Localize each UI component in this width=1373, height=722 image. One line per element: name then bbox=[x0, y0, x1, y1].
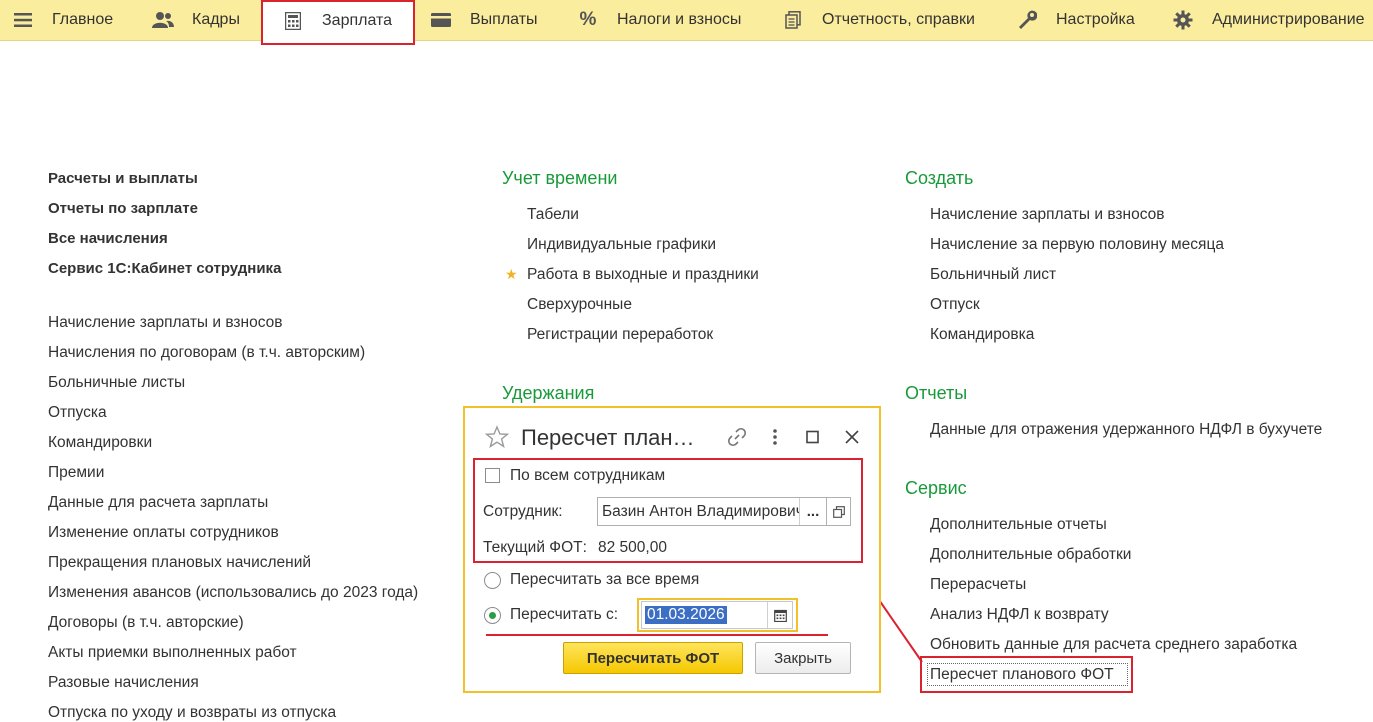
link-create-salary-accrual[interactable]: Начисление зарплаты и взносов bbox=[930, 206, 1164, 224]
nav-label: Настройка bbox=[1056, 11, 1135, 28]
link-update-average-earnings[interactable]: Обновить данные для расчета среднего зар… bbox=[930, 636, 1297, 654]
link-ndfl-refund-analysis[interactable]: Анализ НДФЛ к возврату bbox=[930, 606, 1109, 624]
open-employee-button[interactable] bbox=[826, 497, 851, 526]
link-parental-leave[interactable]: Отпуска по уходу и возвраты из отпуска bbox=[48, 704, 336, 722]
callout-connector-line bbox=[876, 596, 923, 663]
favorite-star-outline-icon[interactable] bbox=[484, 425, 510, 453]
all-employees-label: По всем сотрудникам bbox=[510, 467, 666, 484]
percent-icon: % bbox=[579, 9, 597, 30]
link-employee-cabinet-service[interactable]: Сервис 1С:Кабинет сотрудника bbox=[48, 260, 281, 277]
nav-label: Главное bbox=[52, 11, 114, 28]
link-recalculations[interactable]: Перерасчеты bbox=[930, 576, 1026, 594]
recalc-from-radio[interactable] bbox=[484, 607, 501, 624]
maximize-icon[interactable] bbox=[806, 430, 820, 448]
date-underline-highlight bbox=[486, 634, 828, 636]
group-title-time-tracking: Учет времени bbox=[502, 168, 618, 188]
nav-label: Администрирование bbox=[1212, 11, 1365, 28]
open-copy-icon bbox=[832, 505, 845, 518]
current-fot-value: 82 500,00 bbox=[598, 539, 667, 556]
salary-tab-highlight bbox=[261, 0, 415, 45]
link-contract-accruals[interactable]: Начисления по договорам (в т.ч. авторски… bbox=[48, 344, 365, 362]
calendar-button[interactable] bbox=[767, 602, 793, 628]
link-create-first-half-accrual[interactable]: Начисление за первую половину месяца bbox=[930, 236, 1224, 254]
group-title-create: Создать bbox=[905, 168, 974, 188]
current-fot-label: Текущий ФОТ: bbox=[483, 539, 587, 556]
documents-icon bbox=[782, 9, 804, 31]
link-advance-changes[interactable]: Изменения авансов (использовались до 202… bbox=[48, 584, 418, 602]
recalc-from-label: Пересчитать с: bbox=[510, 606, 619, 623]
group-title-reports: Отчеты bbox=[905, 383, 968, 403]
link-icon[interactable] bbox=[727, 427, 747, 451]
all-employees-checkbox[interactable] bbox=[485, 468, 500, 483]
link-create-sick-leave[interactable]: Больничный лист bbox=[930, 266, 1056, 284]
recalc-all-time-label: Пересчитать за все время bbox=[510, 571, 700, 588]
link-additional-processing[interactable]: Дополнительные обработки bbox=[930, 546, 1131, 564]
link-salary-data[interactable]: Данные для расчета зарплаты bbox=[48, 494, 268, 512]
link-overtime-registrations[interactable]: Регистрации переработок bbox=[527, 326, 713, 344]
more-actions-icon[interactable] bbox=[767, 428, 783, 450]
link-timesheets[interactable]: Табели bbox=[527, 206, 579, 224]
close-button[interactable]: Закрыть bbox=[755, 642, 851, 674]
close-icon[interactable] bbox=[844, 429, 860, 449]
link-business-trips[interactable]: Командировки bbox=[48, 434, 152, 452]
recalc-fot-button[interactable]: Пересчитать ФОТ bbox=[563, 642, 743, 674]
nav-item-taxes[interactable]: % Налоги и взносы bbox=[577, 0, 742, 40]
people-icon bbox=[152, 9, 174, 31]
link-one-time-accruals[interactable]: Разовые начисления bbox=[48, 674, 199, 692]
link-individual-schedules[interactable]: Индивидуальные графики bbox=[527, 236, 716, 254]
link-all-accruals[interactable]: Все начисления bbox=[48, 230, 168, 247]
link-overtime[interactable]: Сверхурочные bbox=[527, 296, 632, 314]
hamburger-menu-icon bbox=[12, 9, 34, 31]
nav-item-settings[interactable]: Настройка bbox=[1016, 0, 1135, 40]
planned-fot-link-highlight bbox=[920, 656, 1133, 693]
link-sick-leaves[interactable]: Больничные листы bbox=[48, 374, 185, 392]
link-calculations-payments[interactable]: Расчеты и выплаты bbox=[48, 170, 198, 187]
nav-item-personnel[interactable]: Кадры bbox=[152, 0, 240, 40]
link-contracts[interactable]: Договоры (в т.ч. авторские) bbox=[48, 614, 244, 632]
link-acceptance-acts[interactable]: Акты приемки выполненных работ bbox=[48, 644, 297, 662]
gear-icon bbox=[1172, 9, 1194, 31]
employee-select-button[interactable]: ... bbox=[799, 498, 826, 525]
nav-label: Отчетность, справки bbox=[822, 11, 975, 28]
link-salary-accrual[interactable]: Начисление зарплаты и взносов bbox=[48, 314, 282, 332]
link-planned-accrual-stop[interactable]: Прекращения плановых начислений bbox=[48, 554, 311, 572]
link-pay-change[interactable]: Изменение оплаты сотрудников bbox=[48, 524, 279, 542]
link-create-vacation[interactable]: Отпуск bbox=[930, 296, 980, 314]
link-additional-reports[interactable]: Дополнительные отчеты bbox=[930, 516, 1107, 534]
link-weekend-work[interactable]: Работа в выходные и праздники bbox=[527, 266, 759, 284]
wallet-icon bbox=[430, 9, 452, 31]
dialog-title: Пересчет план… bbox=[521, 425, 695, 450]
link-create-business-trip[interactable]: Командировка bbox=[930, 326, 1034, 344]
employee-field[interactable]: Базин Антон Владимирович bbox=[597, 497, 827, 526]
nav-item-reports[interactable]: Отчетность, справки bbox=[782, 0, 975, 40]
link-vacations[interactable]: Отпуска bbox=[48, 404, 107, 422]
calendar-icon bbox=[774, 609, 787, 622]
wrench-icon bbox=[1016, 9, 1038, 31]
group-title-deductions: Удержания bbox=[502, 383, 595, 403]
link-salary-reports[interactable]: Отчеты по зарплате bbox=[48, 200, 198, 217]
nav-item-payments[interactable]: Выплаты bbox=[430, 0, 538, 40]
nav-item-main[interactable]: Главное bbox=[12, 0, 113, 40]
favorite-star-icon[interactable]: ★ bbox=[505, 266, 518, 283]
nav-item-administration[interactable]: Администрирование bbox=[1172, 0, 1365, 40]
link-ndfl-accounting-data[interactable]: Данные для отражения удержанного НДФЛ в … bbox=[930, 421, 1322, 439]
nav-label: Налоги и взносы bbox=[617, 11, 742, 28]
group-title-service: Сервис bbox=[905, 478, 967, 498]
date-selected-text: 01.03.2026 bbox=[645, 606, 727, 624]
nav-label: Выплаты bbox=[470, 11, 538, 28]
nav-label: Кадры bbox=[192, 11, 240, 28]
link-bonuses[interactable]: Премии bbox=[48, 464, 104, 482]
employee-label: Сотрудник: bbox=[483, 503, 563, 520]
recalc-all-time-radio[interactable] bbox=[484, 572, 501, 589]
